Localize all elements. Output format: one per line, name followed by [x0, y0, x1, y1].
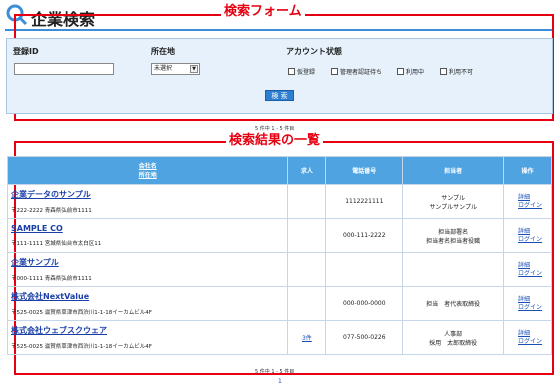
login-link[interactable]: ログイン [518, 270, 551, 278]
table-row: 株式会社ウェブスクウェア〒525-0025 滋賀県草津市西渋川1-1-18イーカ… [6, 320, 552, 355]
phone-cell: 000-111-2222 [325, 218, 404, 253]
detail-link[interactable]: 詳細 [518, 330, 551, 338]
contact-line: サンプル [441, 194, 466, 202]
location-label: 所在地 [151, 47, 175, 56]
table-row: 企業データのサンプル〒222-2222 青森県弘前市1111 111222111… [6, 184, 552, 219]
table-row: SAMPLE CO 〒111-1111 宮城県仙台市太白区11 000-111-2… [6, 218, 552, 253]
phone-cell: 000-000-0000 [325, 286, 404, 321]
results-table: 会社名 所在地 求人 電話番号 担当者 操作 企業データのサンプル〒222-22… [6, 156, 552, 355]
action-header: 操作 [503, 156, 552, 185]
chevron-down-icon: ▼ [190, 65, 198, 73]
search-button[interactable]: 検 索 [265, 90, 294, 101]
jobs-header: 求人 [287, 156, 327, 185]
detail-link[interactable]: 詳細 [518, 296, 551, 304]
result-count-top: 5 件中 1 - 5 件目 [255, 126, 295, 132]
contact-line: 担当者名担当者役職 [426, 237, 481, 245]
company-address: 〒525-0025 滋賀県草津市西渋川1-1-18イーカムビル4F [11, 310, 152, 316]
login-link[interactable]: ログイン [518, 304, 551, 312]
contact-cell: 担当部署名 担当者名担当者役職 [402, 218, 505, 253]
phone-cell: 077-500-0226 [325, 320, 404, 355]
company-header: 会社名 所在地 [6, 156, 289, 185]
jobs-link[interactable]: 3件 [302, 335, 312, 342]
detail-link[interactable]: 詳細 [518, 228, 551, 236]
contact-line: 担当 者代表取締役 [426, 301, 481, 308]
status-option-label: 利用中 [406, 69, 425, 76]
location-select[interactable]: 未選択 ▼ [151, 63, 200, 75]
company-address: 〒111-1111 宮城県仙台市太白区11 [11, 241, 102, 247]
contact-cell: 担当 者代表取締役 [402, 286, 505, 321]
status-label: アカウント状態 [286, 47, 342, 56]
table-header-row: 会社名 所在地 求人 電話番号 担当者 操作 [6, 156, 552, 185]
company-address: 〒222-2222 青森県弘前市1111 [11, 208, 92, 214]
contact-line: 採用 太郎取締役 [429, 339, 478, 347]
login-link[interactable]: ログイン [518, 202, 551, 210]
contact-header: 担当者 [402, 156, 505, 185]
location-selected-value: 未選択 [154, 65, 173, 72]
id-input[interactable] [14, 63, 114, 75]
detail-link[interactable]: 詳細 [518, 262, 551, 270]
company-address: 〒525-0025 滋賀県草津市西渋川1-1-18イーカムビル4F [11, 344, 152, 350]
login-link[interactable]: ログイン [518, 338, 551, 346]
contact-line: 担当部署名 [438, 228, 469, 236]
sort-address-link[interactable]: 所在地 [8, 171, 287, 180]
contact-cell: サンプル サンプルサンプル [402, 184, 505, 219]
pagination-page-link[interactable]: 1 [278, 378, 282, 385]
company-address: 〒000-1111 青森県弘前市1111 [11, 276, 92, 282]
status-option-label: 利用不可 [449, 69, 474, 76]
login-link[interactable]: ログイン [518, 236, 551, 244]
search-form: 登録ID 所在地 未選択 ▼ アカウント状態 仮登録 管理者認証待ち 利用中 利… [6, 38, 553, 114]
company-name-link[interactable]: 株式会社NextValue [11, 291, 287, 302]
table-row: 企業サンプル〒000-1111 青森県弘前市1111 詳細 ログイン [6, 252, 552, 287]
table-row: 株式会社NextValue 〒525-0025 滋賀県草津市西渋川1-1-18イー… [6, 286, 552, 321]
status-checkbox-awaiting[interactable] [331, 68, 338, 75]
detail-link[interactable]: 詳細 [518, 194, 551, 202]
phone-cell [325, 252, 404, 287]
company-name-link[interactable]: SAMPLE CO [11, 224, 287, 233]
contact-line: サンプルサンプル [429, 203, 477, 211]
contact-line: 人事部 [444, 330, 463, 338]
contact-cell [402, 252, 505, 287]
status-option-label: 仮登録 [297, 69, 316, 76]
contact-cell: 人事部 採用 太郎取締役 [402, 320, 505, 355]
search-form-annotation: 検索フォーム [221, 4, 305, 20]
phone-header: 電話番号 [325, 156, 404, 185]
company-name-link[interactable]: 企業サンプル [11, 257, 287, 268]
status-option-label: 管理者認証待ち [340, 69, 383, 76]
id-label: 登録ID [13, 47, 39, 56]
status-checkbox-active[interactable] [397, 68, 404, 75]
sort-company-link[interactable]: 会社名 [8, 162, 287, 171]
status-checkbox-disabled[interactable] [440, 68, 447, 75]
results-annotation: 検索結果の一覧 [226, 133, 324, 149]
phone-cell: 1112221111 [325, 184, 404, 219]
result-count-bottom: 5 件中 1 - 5 件目 [255, 369, 295, 375]
company-name-link[interactable]: 企業データのサンプル [11, 189, 287, 200]
company-name-link[interactable]: 株式会社ウェブスクウェア [11, 325, 287, 336]
status-checkbox-provisional[interactable] [288, 68, 295, 75]
